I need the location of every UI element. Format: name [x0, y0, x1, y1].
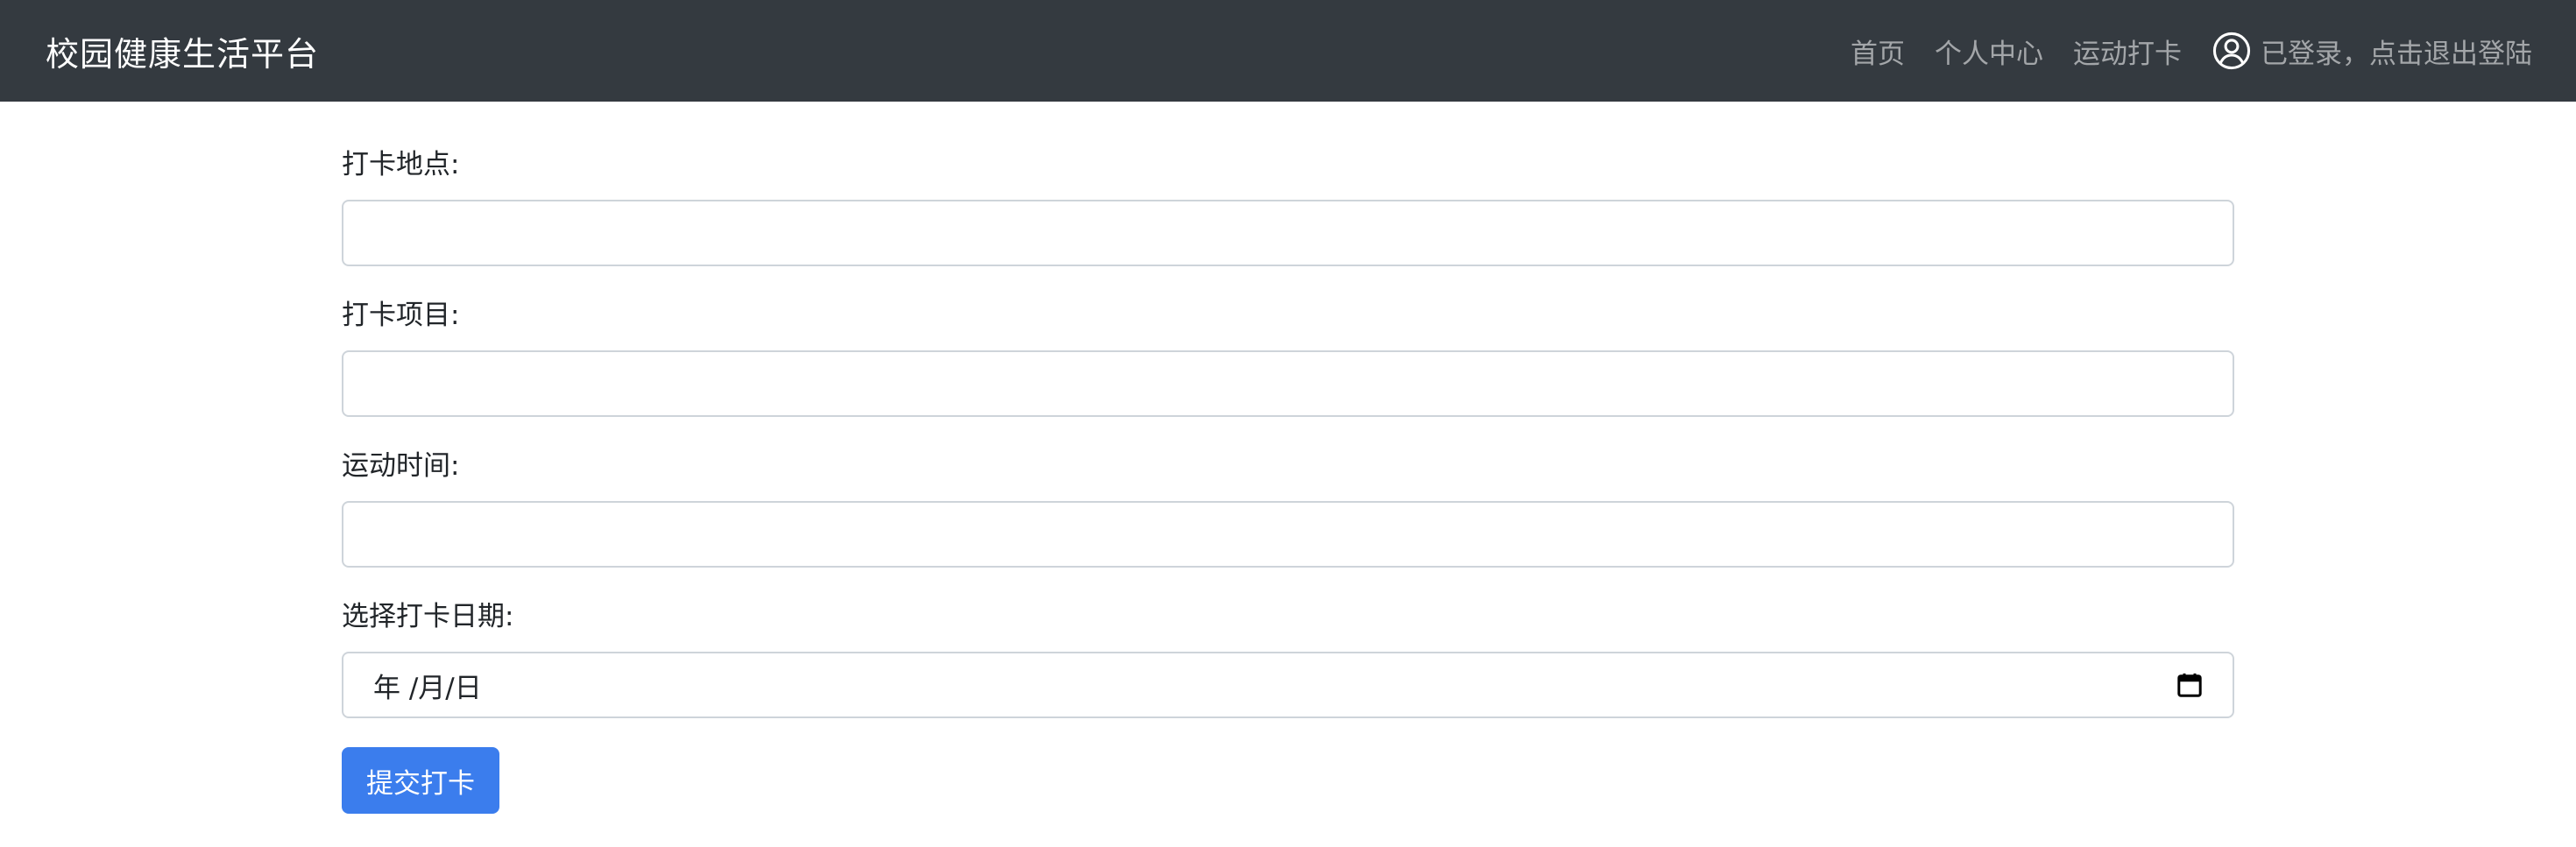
item-input[interactable] — [342, 350, 2234, 417]
nav-link-home[interactable]: 首页 — [1851, 32, 1905, 71]
date-group: 选择打卡日期: 年 /月/日 — [342, 597, 2234, 718]
logout-link[interactable]: 已登录，点击退出登陆 — [2212, 31, 2532, 71]
location-input[interactable] — [342, 200, 2234, 266]
time-label: 运动时间: — [342, 450, 460, 482]
item-group: 打卡项目: — [342, 296, 2234, 417]
location-group: 打卡地点: — [342, 145, 2234, 266]
brand-title[interactable]: 校园健康生活平台 — [46, 27, 319, 75]
time-group: 运动时间: — [342, 447, 2234, 568]
nav-links: 首页 个人中心 运动打卡 已登录，点击退出登陆 — [1851, 31, 2532, 71]
calendar-icon[interactable] — [2176, 672, 2203, 698]
date-label: 选择打卡日期: — [342, 601, 514, 632]
location-label: 打卡地点: — [342, 149, 460, 180]
date-input[interactable]: 年 /月/日 — [342, 652, 2234, 718]
date-placeholder: 年 /月/日 — [373, 672, 482, 704]
navbar: 校园健康生活平台 首页 个人中心 运动打卡 已登录，点击退出登陆 — [0, 0, 2576, 102]
time-input[interactable] — [342, 501, 2234, 568]
nav-link-checkin[interactable]: 运动打卡 — [2073, 32, 2182, 71]
nav-link-profile[interactable]: 个人中心 — [1935, 32, 2043, 71]
item-label: 打卡项目: — [342, 300, 460, 331]
submit-checkin-button[interactable]: 提交打卡 — [342, 747, 499, 814]
user-circle-icon — [2212, 31, 2252, 71]
user-status-text: 已登录，点击退出登陆 — [2261, 38, 2532, 70]
